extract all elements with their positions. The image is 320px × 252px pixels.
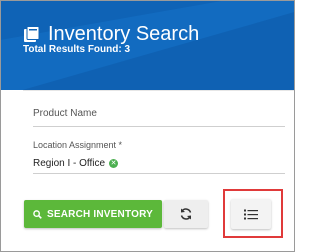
page-title: Inventory Search: [48, 23, 200, 45]
product-name-field[interactable]: Product Name: [33, 108, 97, 119]
product-name-underline: [33, 126, 285, 127]
search-inventory-label: SEARCH INVENTORY: [47, 208, 153, 220]
location-assignment-label: Location Assignment *: [33, 140, 123, 150]
search-inventory-button[interactable]: SEARCH INVENTORY: [24, 200, 162, 228]
refresh-button[interactable]: [164, 200, 208, 228]
location-chip[interactable]: Region I - Office ✕: [33, 156, 119, 170]
location-underline: [33, 173, 285, 174]
location-chip-label: Region I - Office: [33, 157, 106, 169]
page-header: Inventory Search Total Results Found: 3: [1, 1, 294, 90]
list-icon: [244, 209, 258, 219]
list-view-button[interactable]: [231, 199, 271, 229]
chip-remove-icon[interactable]: ✕: [109, 158, 119, 168]
app-frame: Inventory Search Total Results Found: 3 …: [0, 0, 295, 252]
refresh-icon: [180, 208, 192, 220]
search-icon: [33, 209, 42, 219]
results-count: Total Results Found: 3: [23, 44, 131, 55]
inventory-book-icon: [24, 25, 40, 42]
